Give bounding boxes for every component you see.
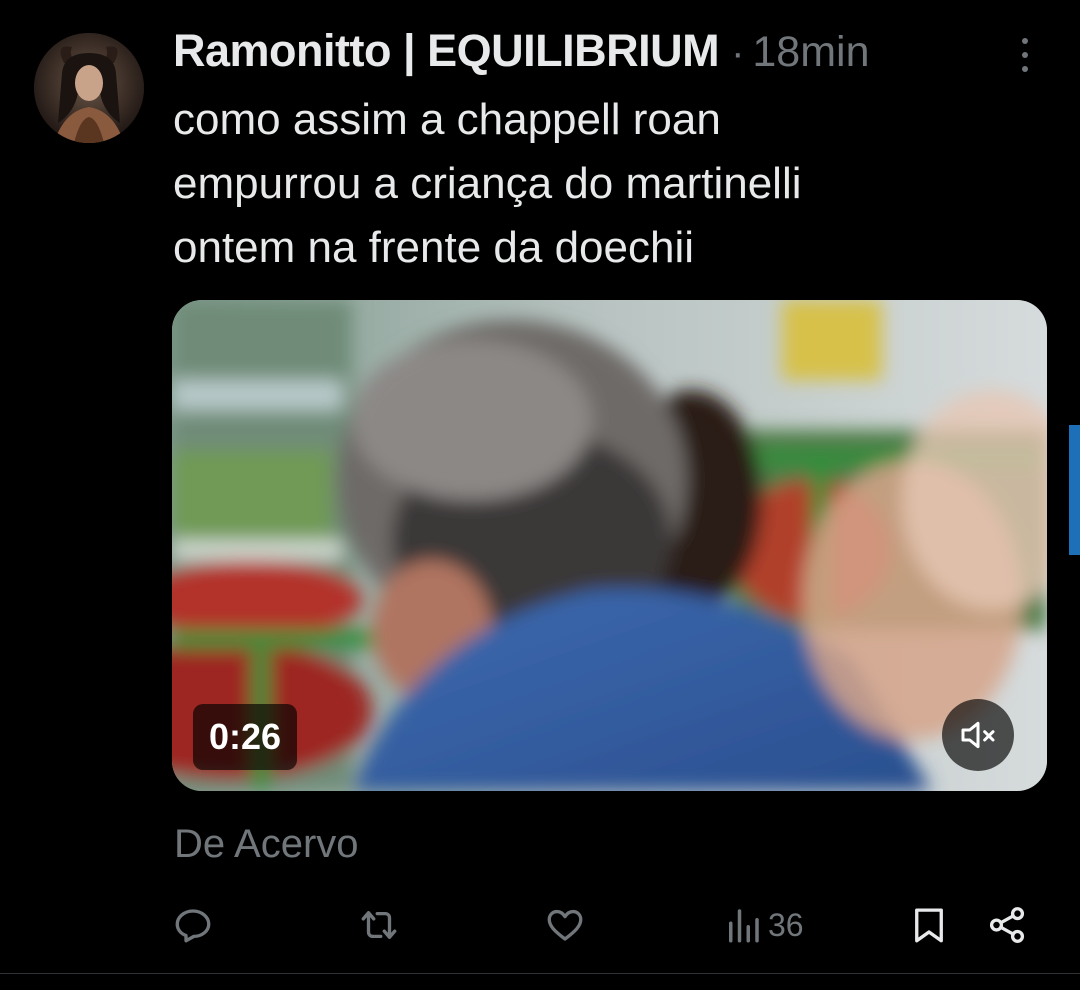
video-frame (172, 300, 1047, 791)
views-icon (729, 909, 759, 943)
scroll-indicator[interactable] (1069, 425, 1080, 555)
video-player[interactable]: 0:26 (172, 300, 1047, 791)
post-text-line: ontem na frente da doechii (173, 223, 695, 272)
post-header: Ramonitto | EQUILIBRIUM · 18min (173, 25, 870, 81)
more-options-button[interactable] (1008, 38, 1042, 72)
more-dot-icon (1022, 52, 1028, 58)
repost-icon (361, 911, 397, 939)
bookmark-icon (915, 908, 943, 943)
post-text: como assim a chappell roan empurrou a cr… (173, 88, 1013, 280)
post-timestamp[interactable]: 18min (752, 28, 869, 77)
action-bar: 36 (0, 895, 1080, 955)
post-card[interactable]: Ramonitto | EQUILIBRIUM · 18min como ass… (0, 0, 1080, 990)
author-display-name[interactable]: Ramonitto | EQUILIBRIUM (173, 25, 720, 77)
header-separator: · (731, 31, 745, 75)
author-avatar[interactable] (34, 33, 144, 143)
views-count: 36 (768, 906, 804, 943)
more-dot-icon (1022, 38, 1028, 44)
heart-icon (547, 909, 583, 941)
post-text-line: empurrou a criança do martinelli (173, 159, 802, 208)
more-dot-icon (1022, 66, 1028, 72)
post-text-line: como assim a chappell roan (173, 95, 721, 144)
avatar-image (34, 33, 144, 143)
source-label[interactable]: De Acervo (174, 822, 359, 867)
views-button[interactable]: 36 (722, 895, 804, 955)
mute-toggle-button[interactable] (942, 699, 1014, 771)
speaker-muted-icon (961, 721, 995, 749)
reply-button[interactable] (172, 895, 214, 955)
like-button[interactable] (544, 895, 586, 955)
video-duration: 0:26 (193, 704, 298, 770)
share-button[interactable] (986, 895, 1028, 955)
post-divider (0, 973, 1080, 974)
reply-icon (175, 909, 211, 943)
repost-button[interactable] (358, 895, 400, 955)
bookmark-button[interactable] (908, 895, 950, 955)
share-icon (989, 907, 1025, 943)
